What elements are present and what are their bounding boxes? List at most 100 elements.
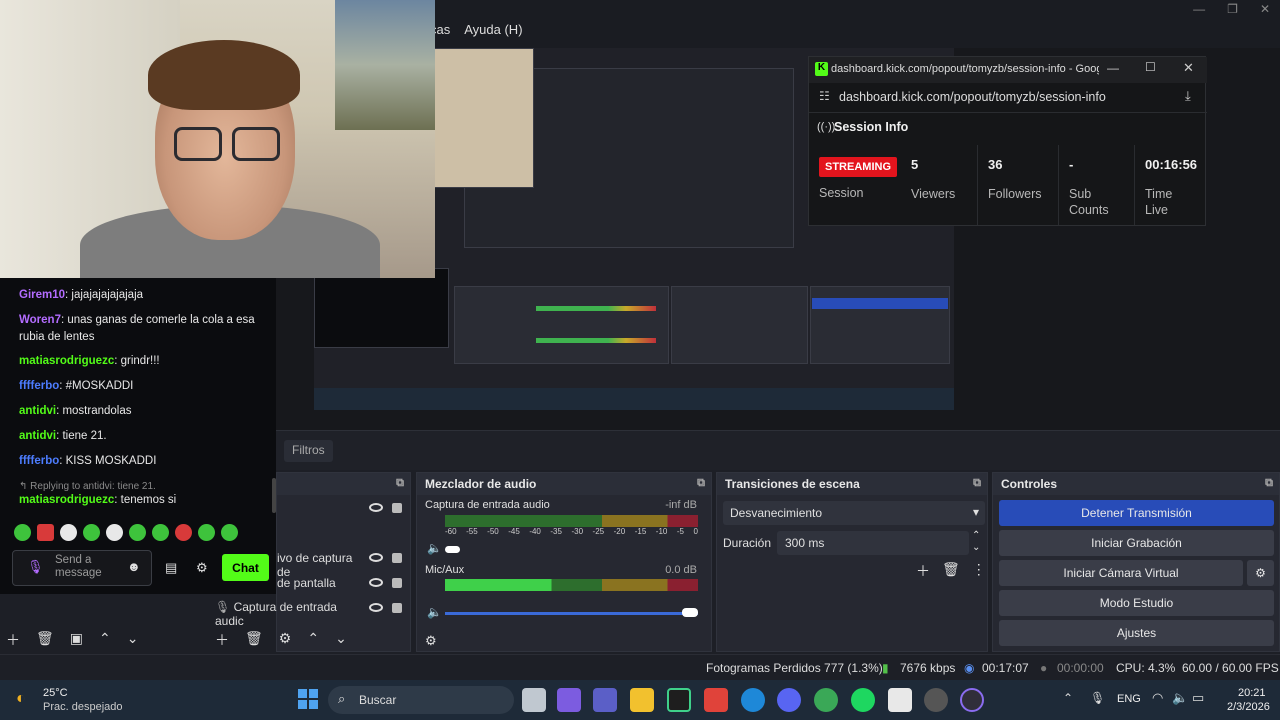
- microphone-icon[interactable]: 🎙: [1090, 691, 1105, 705]
- menu-help[interactable]: Ayuda (H): [464, 22, 522, 37]
- lock-icon[interactable]: [392, 578, 402, 588]
- copilot-icon[interactable]: [557, 688, 581, 712]
- clock-time[interactable]: 20:21: [1238, 687, 1266, 699]
- download-icon[interactable]: ⤓: [1185, 88, 1191, 104]
- mixer-settings-icon[interactable]: ⚙: [425, 633, 437, 649]
- wifi-icon[interactable]: ◠: [1152, 690, 1163, 706]
- volume-icon[interactable]: 🔈: [1172, 690, 1188, 706]
- site-settings-icon[interactable]: ☷: [819, 89, 830, 103]
- emote-icon[interactable]: [106, 524, 123, 541]
- move-up-icon[interactable]: ⌃: [307, 630, 319, 650]
- lock-icon[interactable]: [392, 553, 402, 563]
- chat-username[interactable]: antidvi: [19, 430, 56, 442]
- close-icon[interactable]: ✕: [1260, 2, 1270, 16]
- emote-icon[interactable]: [198, 524, 215, 541]
- move-down-icon[interactable]: ⌄: [335, 630, 347, 650]
- chat-username[interactable]: Woren7: [19, 314, 61, 326]
- source-item-2[interactable]: de pantalla: [277, 576, 367, 590]
- clock-date[interactable]: 2/3/2026: [1227, 701, 1270, 713]
- app-icon[interactable]: [924, 688, 948, 712]
- spotify-icon[interactable]: [851, 688, 875, 712]
- popout-icon[interactable]: ⧉: [973, 477, 981, 490]
- emote-icon[interactable]: [37, 524, 54, 541]
- ch1-volume-slider[interactable]: [445, 546, 460, 553]
- source-settings-icon[interactable]: ⚙: [279, 630, 292, 650]
- move-down-icon[interactable]: ⌄: [127, 630, 139, 650]
- emote-icon[interactable]: [221, 524, 238, 541]
- speaker-icon[interactable]: 🔈: [427, 541, 442, 555]
- start-virtual-camera-button[interactable]: Iniciar Cámara Virtual: [999, 560, 1243, 586]
- emote-icon[interactable]: [129, 524, 146, 541]
- maximize-icon[interactable]: ☐: [1145, 60, 1156, 74]
- maximize-icon[interactable]: ❐: [1227, 2, 1238, 16]
- clion-icon[interactable]: [667, 688, 691, 712]
- chat-scrollbar[interactable]: [272, 478, 276, 513]
- remove-scene-icon[interactable]: 🗑: [36, 630, 54, 650]
- add-transition-icon[interactable]: ＋: [916, 561, 930, 581]
- language-indicator[interactable]: ENG: [1117, 693, 1141, 705]
- settings-button[interactable]: Ajustes: [999, 620, 1274, 646]
- chat-username[interactable]: Girem10: [19, 289, 65, 301]
- add-scene-icon[interactable]: ＋: [6, 630, 20, 650]
- chat-message-input[interactable]: 🎙 Send a message ☻: [12, 550, 152, 586]
- popout-icon[interactable]: ⧉: [1265, 477, 1273, 490]
- weather-sun-icon[interactable]: ◐: [16, 690, 26, 708]
- filters-tab[interactable]: Filtros: [284, 440, 333, 462]
- visibility-eye-icon[interactable]: [369, 553, 383, 562]
- emote-icon[interactable]: [14, 524, 31, 541]
- microphone-icon[interactable]: 🎙: [27, 559, 44, 575]
- scene-filter-icon[interactable]: ▣: [70, 630, 83, 650]
- remove-source-icon[interactable]: 🗑: [245, 630, 263, 650]
- lock-icon[interactable]: [392, 503, 402, 513]
- emote-icon[interactable]: [60, 524, 77, 541]
- chat-username[interactable]: fffferbo: [19, 455, 59, 467]
- more-options-icon[interactable]: ⋮: [972, 561, 986, 581]
- chevron-up-icon[interactable]: ⌃: [1063, 691, 1073, 705]
- discord-icon[interactable]: [777, 688, 801, 712]
- jetbrains-icon[interactable]: [704, 688, 728, 712]
- chat-username[interactable]: antidvi: [19, 405, 56, 417]
- emote-icon[interactable]: [83, 524, 100, 541]
- source-item-1[interactable]: ivo de captura de: [277, 551, 367, 579]
- popout-icon[interactable]: ⧉: [396, 477, 404, 490]
- move-up-icon[interactable]: ⌃: [99, 630, 111, 650]
- obs-icon[interactable]: [960, 688, 984, 712]
- close-icon[interactable]: ✕: [1183, 60, 1194, 76]
- weather-temp[interactable]: 25°C: [43, 687, 68, 699]
- speaker-icon[interactable]: 🔈: [427, 605, 442, 619]
- store-icon[interactable]: ▤: [165, 560, 177, 576]
- transition-select[interactable]: Desvanecimiento ▾: [723, 501, 985, 525]
- battery-icon[interactable]: ▭: [1192, 690, 1204, 706]
- visibility-eye-icon[interactable]: [369, 578, 383, 587]
- edge-icon[interactable]: [741, 688, 765, 712]
- duration-stepper[interactable]: ⌃ ⌄: [972, 530, 980, 554]
- send-chat-button[interactable]: Chat: [222, 554, 269, 581]
- chat-username[interactable]: fffferbo: [19, 380, 59, 392]
- popout-icon[interactable]: ⧉: [697, 477, 705, 490]
- store-app-icon[interactable]: [888, 688, 912, 712]
- visibility-eye-icon[interactable]: [369, 603, 383, 612]
- chat-username[interactable]: matiasrodriguezc: [19, 494, 114, 506]
- visibility-eye-icon[interactable]: [369, 503, 383, 512]
- minimize-icon[interactable]: —: [1193, 2, 1205, 16]
- task-view-icon[interactable]: [522, 688, 546, 712]
- chat-settings-icon[interactable]: ⚙: [196, 560, 208, 576]
- file-explorer-icon[interactable]: [630, 688, 654, 712]
- duration-input[interactable]: 300 ms: [777, 531, 969, 555]
- chrome-icon[interactable]: [814, 688, 838, 712]
- add-source-icon[interactable]: ＋: [215, 630, 229, 650]
- taskbar-search[interactable]: ⌕ Buscar: [328, 686, 514, 714]
- emote-icon[interactable]: [152, 524, 169, 541]
- stop-streaming-button[interactable]: Detener Transmisión: [999, 500, 1274, 526]
- start-recording-button[interactable]: Iniciar Grabación: [999, 530, 1274, 556]
- virtual-camera-settings-icon[interactable]: ⚙: [1247, 560, 1274, 586]
- minimize-icon[interactable]: —: [1107, 61, 1119, 75]
- windows-start-icon[interactable]: [298, 689, 318, 709]
- emoji-icon[interactable]: ☻: [127, 559, 141, 574]
- ch2-volume-slider[interactable]: [682, 608, 698, 617]
- source-item-3[interactable]: 🎙 Captura de entrada audic: [215, 600, 365, 628]
- remove-transition-icon[interactable]: 🗑: [942, 561, 960, 581]
- chat-username[interactable]: matiasrodriguezc: [19, 355, 114, 367]
- address-bar[interactable]: ☷ dashboard.kick.com/popout/tomyzb/sessi…: [809, 83, 1207, 113]
- lock-icon[interactable]: [392, 603, 402, 613]
